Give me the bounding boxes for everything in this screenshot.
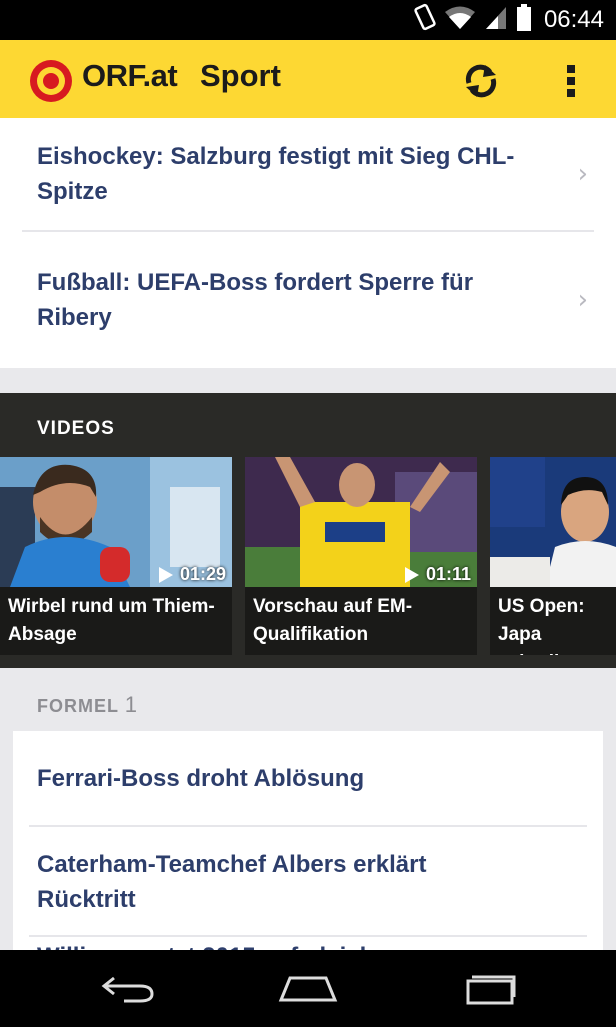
section-title: Sport [200, 58, 281, 93]
story-title: Eishockey: Salzburg festigt mit Sieg CHL… [37, 143, 515, 205]
video-thumbnail [490, 457, 616, 587]
video-duration: 01:11 [404, 564, 471, 585]
vibrate-icon [414, 3, 436, 38]
back-icon [101, 976, 154, 1003]
refresh-icon [465, 64, 497, 98]
video-thumbnail: 01:29 [0, 457, 232, 587]
recents-button[interactable] [460, 968, 520, 1008]
battery-icon [516, 3, 532, 37]
videos-heading: VIDEOS [37, 418, 115, 439]
overflow-menu-icon [567, 65, 575, 97]
brand-title[interactable]: ORF.at [82, 58, 178, 94]
formel1-heading: FORMEL 1 [37, 692, 138, 717]
play-icon [158, 566, 173, 583]
orf-logo-icon[interactable] [29, 59, 73, 103]
app-screen: 06:44 ORF.at Sport Eishockey: Salzburg f… [0, 0, 616, 1027]
story-item[interactable]: Caterham-Teamchef Albers erklärt Rücktri… [13, 827, 603, 937]
navigation-bar [0, 950, 616, 1027]
app-bar: ORF.at Sport [0, 40, 616, 118]
video-caption: US Open: Japa schreibt Gesc [498, 596, 585, 655]
home-button[interactable] [278, 968, 338, 1008]
back-button[interactable] [98, 968, 158, 1008]
video-card[interactable]: 01:11 Vorschau auf EM-Qualifikation [245, 457, 477, 655]
video-caption: Vorschau auf EM-Qualifikation [253, 596, 413, 645]
refresh-button[interactable] [458, 58, 504, 104]
video-card[interactable]: 01:29 Wirbel rund um Thiem-Absage [0, 457, 232, 655]
story-item[interactable]: Fußball: UEFA-Boss fordert Sperre für Ri… [0, 232, 616, 368]
status-bar: 06:44 [0, 0, 616, 40]
chevron-right-icon: › [577, 159, 588, 189]
videos-section: VIDEOS 01:29 Wirbel rund um Thiem-Absage… [0, 393, 616, 668]
play-icon [404, 566, 419, 583]
signal-icon [484, 5, 508, 36]
wifi-icon [444, 5, 476, 36]
recents-icon [466, 975, 516, 1005]
video-duration: 01:29 [158, 564, 226, 585]
home-icon [278, 976, 338, 1002]
top-stories-card: Eishockey: Salzburg festigt mit Sieg CHL… [0, 118, 616, 368]
status-time: 06:44 [543, 6, 604, 33]
story-title: Caterham-Teamchef Albers erklärt Rücktri… [37, 851, 427, 913]
story-title: Fußball: UEFA-Boss fordert Sperre für Ri… [37, 269, 474, 331]
formel1-card: Ferrari-Boss droht Ablösung › Caterham-T… [13, 731, 603, 961]
chevron-right-icon: › [577, 285, 588, 315]
video-card[interactable]: US Open: Japa schreibt Gesc [490, 457, 616, 655]
story-title: Ferrari-Boss droht Ablösung [37, 764, 365, 792]
story-item[interactable]: Eishockey: Salzburg festigt mit Sieg CHL… [0, 118, 616, 230]
video-caption: Wirbel rund um Thiem-Absage [8, 596, 215, 645]
story-item[interactable]: Ferrari-Boss droht Ablösung › [13, 731, 603, 825]
video-thumbnail: 01:11 [245, 457, 477, 587]
overflow-menu-button[interactable] [553, 58, 589, 104]
